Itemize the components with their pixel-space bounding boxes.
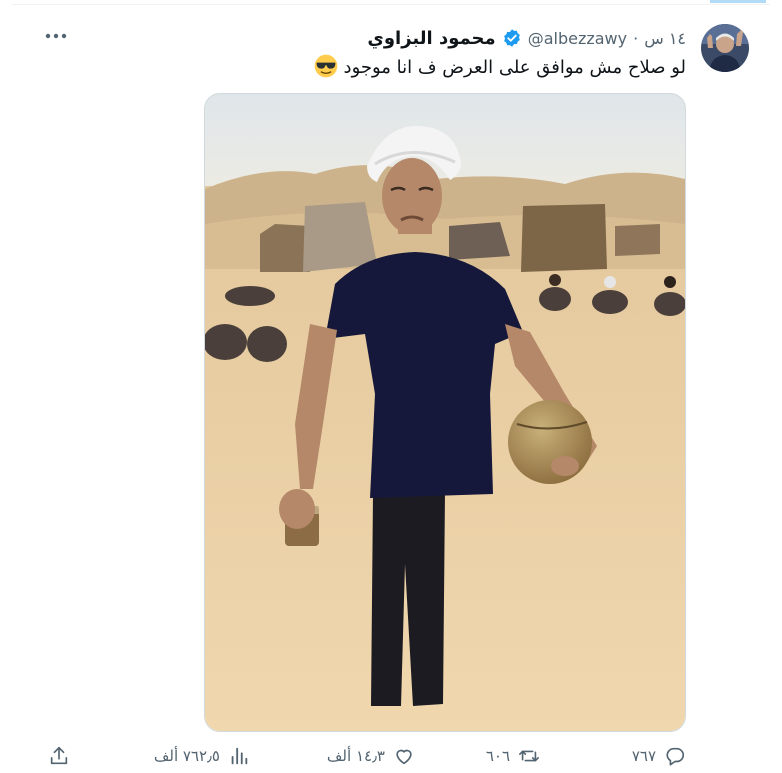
author-avatar[interactable] (701, 24, 749, 72)
reply-button[interactable]: ٧٦٧ (632, 742, 686, 770)
reply-count: ٧٦٧ (631, 747, 656, 765)
author-handle[interactable]: @albezzawy (528, 29, 627, 48)
share-button[interactable] (48, 742, 70, 770)
separator-dot: · (633, 28, 639, 48)
more-options-button[interactable] (38, 24, 74, 48)
tweet-text-container: لو صلاح مش موافق على العرض ف انا موجود (86, 54, 686, 81)
sunglasses-emoji-icon (314, 54, 338, 78)
views-button[interactable]: ٧٦٢٫٥ ألف (154, 742, 250, 770)
like-count: ١٤٫٣ ألف (326, 747, 385, 765)
like-button[interactable]: ١٤٫٣ ألف (327, 742, 415, 770)
verified-badge-icon (503, 29, 520, 47)
author-display-name[interactable]: محمود البزاوي (367, 28, 495, 49)
heart-icon (396, 749, 412, 765)
tweet-text: لو صلاح مش موافق على العرض ف انا موجود (343, 57, 686, 78)
retweet-count: ٦٠٦ (485, 747, 510, 765)
tweet-actions-bar: ٧٦٧ ٦٠٦ ١٤٫٣ ألف ٧٦٢٫٥ ألف (0, 742, 782, 770)
share-icon (50, 746, 68, 765)
views-count: ٧٦٢٫٥ ألف (153, 747, 220, 765)
timeline-divider (0, 0, 782, 8)
retweet-icon (519, 750, 539, 762)
retweet-button[interactable]: ٦٠٦ (486, 742, 540, 770)
tweet-timestamp[interactable]: ١٤ س (644, 29, 686, 48)
tweet-header: محمود البزاوي @albezzawy · ١٤ س (367, 24, 686, 52)
tweet-photo[interactable] (204, 93, 686, 732)
reply-icon (666, 747, 685, 766)
more-dots-icon (45, 33, 67, 39)
views-chart-icon (231, 747, 248, 765)
